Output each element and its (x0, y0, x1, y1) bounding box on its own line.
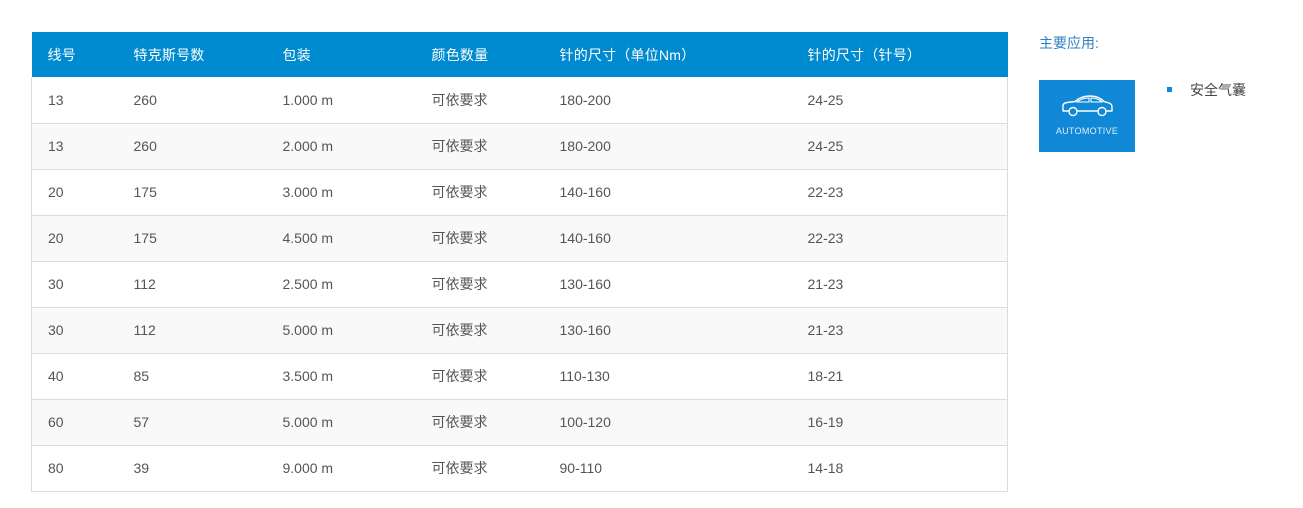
cell-needle-size-nm: 180-200 (559, 91, 611, 108)
cell-needle-size-nm: 130-160 (559, 276, 611, 292)
cell-tex-count: 260 (133, 138, 157, 154)
cell-tex-count: 175 (133, 184, 157, 200)
cell-color-count: 可依要求 (431, 460, 488, 476)
cell-packaging: 5.000 m (282, 414, 334, 430)
cell-tex-count: 112 (133, 276, 156, 292)
cell-packaging: 4.500 m (282, 230, 334, 246)
cell-packaging: 2.500 m (282, 276, 334, 292)
cell-needle-size-number: 21-23 (807, 322, 844, 338)
cell-tex-count: 112 (133, 322, 156, 338)
table-row: 30 112 2.500 m 可依要求 130-160 21-23 (31, 261, 1008, 307)
cell-packaging: 5.000 m (282, 322, 334, 338)
cell-thread-number: 30 (48, 276, 64, 292)
table-header-row: 线号 特克斯号数 包装 颜色数量 针的尺寸（单位Nm） 针的尺寸（针号） (31, 32, 1008, 77)
header-thread-number: 线号 (47, 46, 76, 63)
cell-color-count: 可依要求 (431, 91, 488, 108)
automotive-tile[interactable]: AUTOMOTIVE (1039, 80, 1135, 152)
cell-color-count: 可依要求 (431, 230, 488, 246)
cell-thread-number: 60 (48, 414, 64, 430)
cell-tex-count: 175 (133, 230, 157, 246)
cell-thread-number: 20 (48, 184, 64, 200)
cell-needle-size-number: 18-21 (807, 368, 844, 384)
header-needle-size-number: 针的尺寸（针号） (807, 46, 922, 63)
cell-color-count: 可依要求 (431, 138, 488, 154)
cell-thread-number: 80 (48, 460, 64, 476)
cell-thread-number: 30 (48, 322, 64, 338)
cell-thread-number: 13 (48, 138, 64, 154)
table-row: 80 39 9.000 m 可依要求 90-110 14-18 (31, 445, 1008, 491)
cell-needle-size-nm: 90-110 (559, 460, 603, 476)
cell-needle-size-number: 24-25 (807, 91, 844, 108)
cell-color-count: 可依要求 (431, 322, 488, 338)
car-icon (1062, 95, 1113, 117)
cell-color-count: 可依要求 (431, 414, 488, 430)
cell-thread-number: 40 (48, 368, 64, 384)
cell-tex-count: 260 (133, 91, 157, 108)
thread-spec-table: 线号 特克斯号数 包装 颜色数量 针的尺寸（单位Nm） 针的尺寸（针号） 13 … (31, 32, 1008, 492)
cell-needle-size-nm: 130-160 (559, 322, 611, 338)
cell-needle-size-number: 22-23 (807, 230, 844, 246)
cell-packaging: 3.500 m (282, 368, 334, 384)
cell-needle-size-number: 24-25 (807, 138, 844, 154)
cell-needle-size-nm: 140-160 (559, 184, 611, 200)
list-item: 安全气囊 (1166, 80, 1246, 100)
application-item-label: 安全气囊 (1190, 82, 1246, 98)
cell-needle-size-nm: 100-120 (559, 414, 611, 430)
header-color-count: 颜色数量 (431, 46, 489, 63)
cell-tex-count: 85 (133, 368, 150, 384)
bullet-icon (1167, 87, 1172, 92)
table-row: 60 57 5.000 m 可依要求 100-120 16-19 (31, 399, 1008, 445)
cell-packaging: 3.000 m (282, 184, 334, 200)
applications-title: 主要应用: (1039, 35, 1099, 51)
cell-tex-count: 39 (133, 460, 150, 476)
header-needle-size-nm: 针的尺寸（单位Nm） (559, 46, 696, 63)
cell-needle-size-number: 21-23 (807, 276, 844, 292)
cell-needle-size-nm: 110-130 (559, 368, 610, 384)
cell-needle-size-nm: 180-200 (559, 138, 611, 154)
cell-needle-size-number: 16-19 (807, 414, 844, 430)
cell-color-count: 可依要求 (431, 184, 488, 200)
cell-thread-number: 13 (48, 91, 64, 108)
header-tex-count: 特克斯号数 (133, 46, 205, 63)
cell-color-count: 可依要求 (431, 368, 488, 384)
table-row: 13 260 1.000 m 可依要求 180-200 24-25 (31, 77, 1008, 123)
product-spec-page: 线号 特克斯号数 包装 颜色数量 针的尺寸（单位Nm） 针的尺寸（针号） 13 … (0, 0, 1303, 508)
applications-list: 安全气囊 (1166, 80, 1246, 100)
cell-needle-size-nm: 140-160 (559, 230, 611, 246)
cell-needle-size-number: 14-18 (807, 460, 844, 476)
table-row: 13 260 2.000 m 可依要求 180-200 24-25 (31, 123, 1008, 169)
cell-packaging: 1.000 m (282, 91, 334, 108)
cell-packaging: 2.000 m (282, 138, 334, 154)
cell-packaging: 9.000 m (282, 460, 334, 476)
table-row: 20 175 3.000 m 可依要求 140-160 22-23 (31, 169, 1008, 215)
cell-color-count: 可依要求 (431, 276, 488, 292)
table-row: 20 175 4.500 m 可依要求 140-160 22-23 (31, 215, 1008, 261)
table-row: 40 85 3.500 m 可依要求 110-130 18-21 (31, 353, 1008, 399)
table-row: 30 112 5.000 m 可依要求 130-160 21-23 (31, 307, 1008, 353)
cell-thread-number: 20 (48, 230, 64, 246)
cell-needle-size-number: 22-23 (807, 184, 844, 200)
header-packaging: 包装 (282, 46, 311, 63)
automotive-tile-label: AUTOMOTIVE (1055, 126, 1119, 136)
cell-tex-count: 57 (133, 414, 150, 430)
